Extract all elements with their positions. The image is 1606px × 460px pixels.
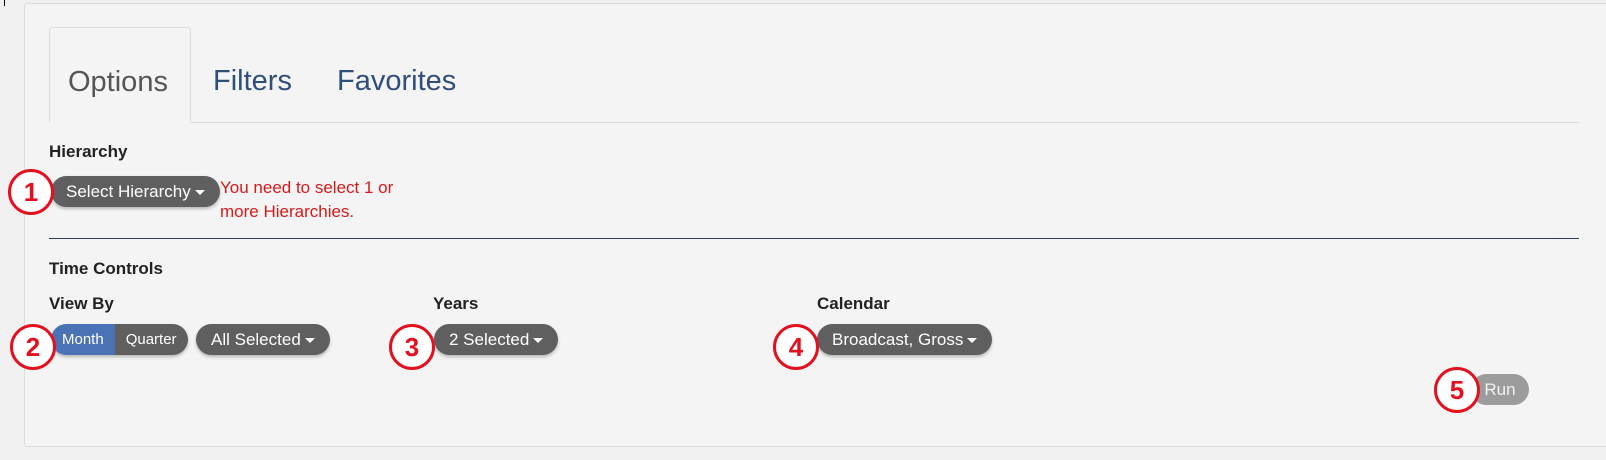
corner-mark [0, 0, 5, 6]
tab-filters[interactable]: Filters [195, 27, 310, 122]
caret-down-icon [194, 190, 205, 196]
annotation-marker-5: 5 [1434, 367, 1480, 413]
tab-favorites[interactable]: Favorites [319, 27, 474, 122]
calendar-dropdown[interactable]: Broadcast, Gross [817, 324, 993, 355]
tab-options[interactable]: Options [49, 27, 191, 123]
years-dropdown[interactable]: 2 Selected [434, 324, 559, 355]
annotation-marker-4: 4 [773, 324, 819, 370]
view-by-quarter-option[interactable]: Quarter [114, 324, 188, 355]
periods-dropdown-label: All Selected [211, 330, 301, 349]
annotation-marker-2: 2 [10, 324, 56, 370]
options-panel: Options Filters Favorites Hierarchy Sele… [24, 3, 1606, 447]
section-divider [49, 238, 1579, 239]
caret-down-icon [967, 338, 978, 344]
select-hierarchy-label: Select Hierarchy [66, 182, 191, 201]
view-by-label: View By [49, 294, 114, 313]
annotation-marker-3: 3 [389, 324, 435, 370]
annotation-marker-1: 1 [8, 169, 54, 215]
view-by-month-option[interactable]: Month [51, 324, 115, 355]
years-label: Years [433, 294, 479, 313]
caret-down-icon [533, 338, 544, 344]
calendar-label: Calendar [817, 294, 890, 313]
years-dropdown-label: 2 Selected [449, 330, 530, 349]
time-controls-label: Time Controls [49, 259, 163, 278]
caret-down-icon [304, 338, 315, 344]
select-hierarchy-button[interactable]: Select Hierarchy [51, 176, 220, 207]
periods-dropdown[interactable]: All Selected [196, 324, 330, 355]
view-by-toggle: Month Quarter [51, 324, 188, 355]
hierarchy-label: Hierarchy [49, 142, 128, 161]
hierarchy-error-message: You need to select 1 or more Hierarchies… [220, 178, 394, 221]
tab-bar: Options Filters Favorites [49, 27, 1579, 123]
calendar-dropdown-label: Broadcast, Gross [832, 330, 964, 349]
